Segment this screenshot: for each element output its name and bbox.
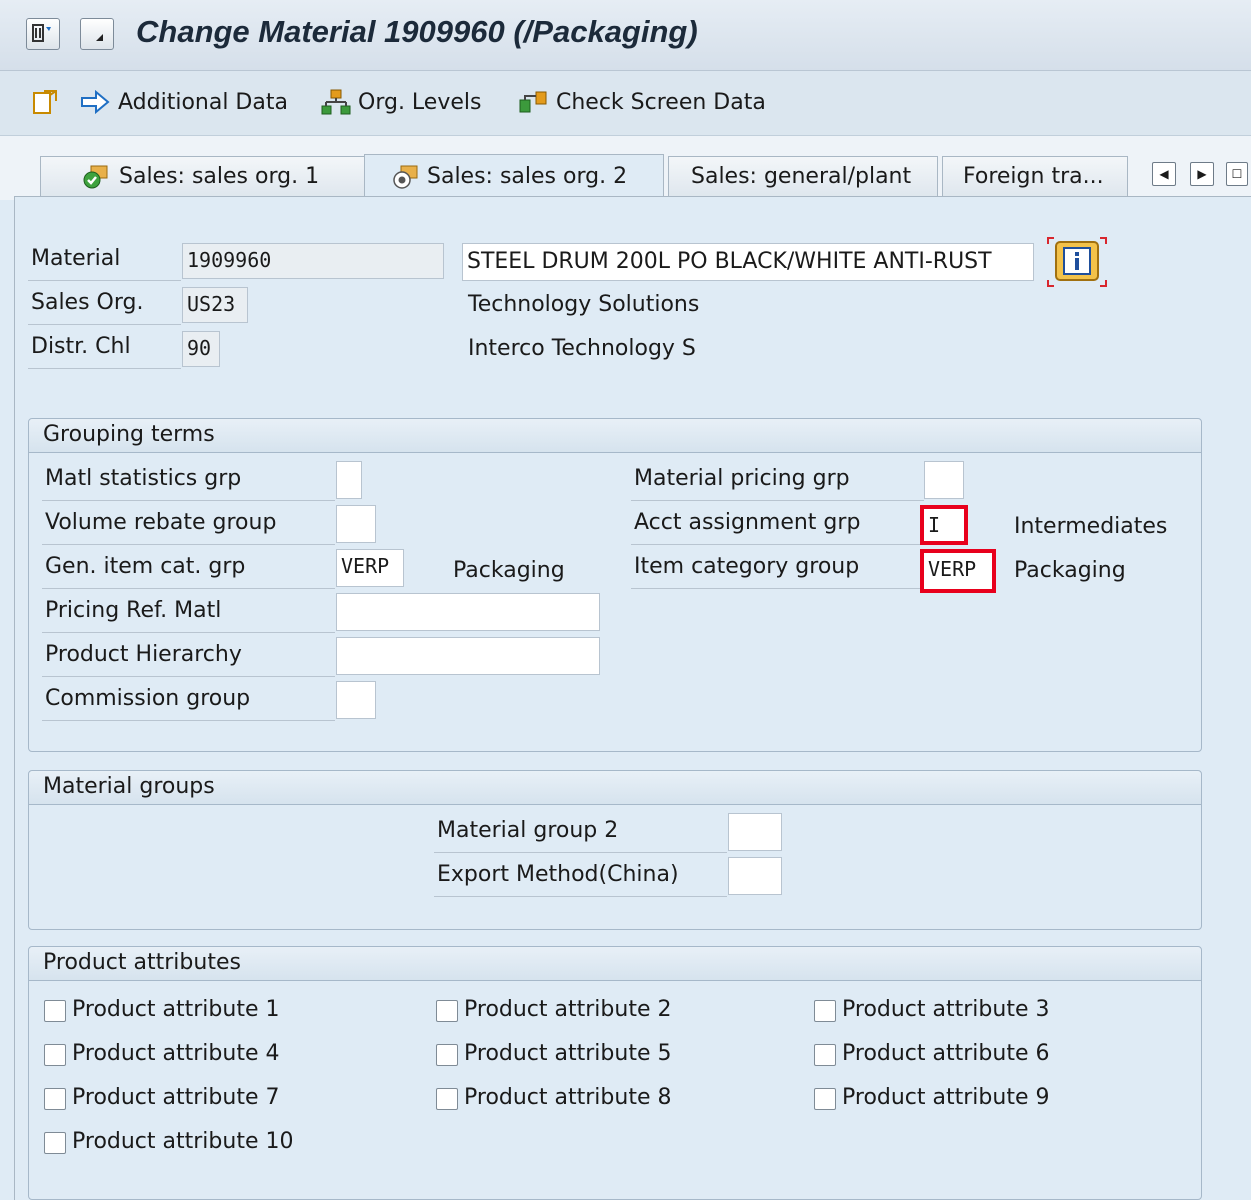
tab-complete-check-icon <box>83 165 108 189</box>
product-attribute-4-label: Product attribute 4 <box>72 1041 280 1066</box>
matl-statistics-grp-field[interactable] <box>336 461 362 499</box>
product-attributes-title: Product attributes <box>43 950 241 975</box>
additional-data-label: Additional Data <box>118 89 288 115</box>
product-attribute-3-checkbox[interactable] <box>814 1000 836 1022</box>
tab-sales-general-plant[interactable]: Sales: general/plant <box>668 156 938 196</box>
product-attribute-3-label: Product attribute 3 <box>842 997 1050 1022</box>
tab-scroll-left-button[interactable]: ◀ <box>1152 162 1176 186</box>
check-data-icon <box>519 91 547 113</box>
acct-assignment-grp-label: Acct assignment grp <box>631 510 924 545</box>
distr-chl-description: Interco Technology S <box>468 336 696 361</box>
org-levels-label: Org. Levels <box>358 89 482 115</box>
acct-assignment-grp-field[interactable]: I <box>920 505 968 545</box>
other-material-button[interactable] <box>30 86 60 118</box>
product-attributes-group: Product attributes <box>28 946 1202 1200</box>
grouping-terms-header: Grouping terms <box>29 419 1201 453</box>
material-groups-header: Material groups <box>29 771 1201 805</box>
material-pricing-grp-label: Material pricing grp <box>631 466 924 501</box>
dropdown-button[interactable] <box>80 18 114 50</box>
item-category-group-label: Item category group <box>631 554 924 589</box>
product-attribute-9-checkbox[interactable] <box>814 1088 836 1110</box>
switch-object-icon <box>33 90 57 114</box>
export-method-label: Export Method(China) <box>434 862 727 897</box>
product-attribute-5-checkbox[interactable] <box>436 1044 458 1066</box>
tab-list-button[interactable]: ☐ <box>1226 162 1248 186</box>
triangle-right-icon: ▶ <box>1197 167 1207 181</box>
product-attribute-2-label: Product attribute 2 <box>464 997 672 1022</box>
gen-item-cat-grp-description: Packaging <box>453 558 565 583</box>
item-category-group-description: Packaging <box>1014 558 1126 583</box>
triangle-left-icon: ◀ <box>1159 167 1169 181</box>
tab-sales-general-plant-label: Sales: general/plant <box>691 164 912 189</box>
material-group-2-label: Material group 2 <box>434 818 727 853</box>
tab-list-icon: ☐ <box>1231 167 1243 181</box>
screen-menu-button[interactable] <box>26 18 60 50</box>
tab-in-progress-icon <box>393 165 418 189</box>
sales-org-description: Technology Solutions <box>468 292 700 317</box>
grouping-terms-title: Grouping terms <box>43 422 215 447</box>
material-label: Material <box>28 246 181 281</box>
hierarchy-icon <box>321 89 351 115</box>
tab-foreign-trade-label: Foreign tra... <box>963 164 1104 189</box>
tab-sales-org-2-label: Sales: sales org. 2 <box>427 164 628 189</box>
material-group-2-field[interactable] <box>728 813 782 851</box>
tab-sales-org-2[interactable]: Sales: sales org. 2 <box>364 154 664 198</box>
commission-group-label: Commission group <box>42 686 335 721</box>
material-description-field[interactable]: STEEL DRUM 200L PO BLACK/WHITE ANTI-RUST <box>462 243 1034 281</box>
acct-assignment-grp-description: Intermediates <box>1014 514 1168 539</box>
page-title: Change Material 1909960 (/Packaging) <box>136 14 698 49</box>
product-attribute-1-checkbox[interactable] <box>44 1000 66 1022</box>
item-category-group-field[interactable]: VERP <box>920 549 996 593</box>
material-groups-title: Material groups <box>43 774 215 799</box>
product-attribute-8-checkbox[interactable] <box>436 1088 458 1110</box>
arrow-right-icon <box>81 90 110 114</box>
volume-rebate-group-field[interactable] <box>336 505 376 543</box>
check-screen-data-label: Check Screen Data <box>556 89 766 115</box>
product-attribute-10-checkbox[interactable] <box>44 1132 66 1154</box>
product-attribute-6-label: Product attribute 6 <box>842 1041 1050 1066</box>
product-attribute-10-label: Product attribute 10 <box>72 1129 294 1154</box>
product-attribute-2-checkbox[interactable] <box>436 1000 458 1022</box>
info-icon <box>1047 237 1107 287</box>
product-hierarchy-field[interactable] <box>336 637 600 675</box>
product-attribute-8-label: Product attribute 8 <box>464 1085 672 1110</box>
distr-chl-label: Distr. Chl <box>28 334 181 369</box>
matl-statistics-grp-label: Matl statistics grp <box>42 466 335 501</box>
export-method-field[interactable] <box>728 857 782 895</box>
info-button[interactable] <box>1046 236 1108 288</box>
check-screen-data-button[interactable]: Check Screen Data <box>518 86 766 118</box>
pricing-ref-matl-label: Pricing Ref. Matl <box>42 598 335 633</box>
sales-org-field: US23 <box>182 287 248 323</box>
sap-menu-icon <box>32 24 51 42</box>
additional-data-button[interactable]: Additional Data <box>80 86 288 118</box>
commission-group-field[interactable] <box>336 681 376 719</box>
gen-item-cat-grp-label: Gen. item cat. grp <box>42 554 335 589</box>
corner-arrow-icon <box>96 34 103 41</box>
product-attribute-1-label: Product attribute 1 <box>72 997 280 1022</box>
tab-sales-org-1[interactable]: Sales: sales org. 1 <box>40 156 368 196</box>
distr-chl-field: 90 <box>182 331 220 367</box>
tab-foreign-trade[interactable]: Foreign tra... <box>942 156 1128 196</box>
material-pricing-grp-field[interactable] <box>924 461 964 499</box>
product-attribute-7-checkbox[interactable] <box>44 1088 66 1110</box>
sales-org-label: Sales Org. <box>28 290 181 325</box>
gen-item-cat-grp-field[interactable]: VERP <box>336 549 404 587</box>
pricing-ref-matl-field[interactable] <box>336 593 600 631</box>
product-attribute-4-checkbox[interactable] <box>44 1044 66 1066</box>
org-levels-button[interactable]: Org. Levels <box>320 86 481 118</box>
product-attribute-5-label: Product attribute 5 <box>464 1041 672 1066</box>
volume-rebate-group-label: Volume rebate group <box>42 510 335 545</box>
tab-sales-org-1-label: Sales: sales org. 1 <box>119 164 320 189</box>
material-number-field: 1909960 <box>182 243 444 279</box>
product-attribute-9-label: Product attribute 9 <box>842 1085 1050 1110</box>
product-attribute-7-label: Product attribute 7 <box>72 1085 280 1110</box>
product-hierarchy-label: Product Hierarchy <box>42 642 335 677</box>
product-attribute-6-checkbox[interactable] <box>814 1044 836 1066</box>
tab-scroll-right-button[interactable]: ▶ <box>1190 162 1214 186</box>
product-attributes-header: Product attributes <box>29 947 1201 981</box>
